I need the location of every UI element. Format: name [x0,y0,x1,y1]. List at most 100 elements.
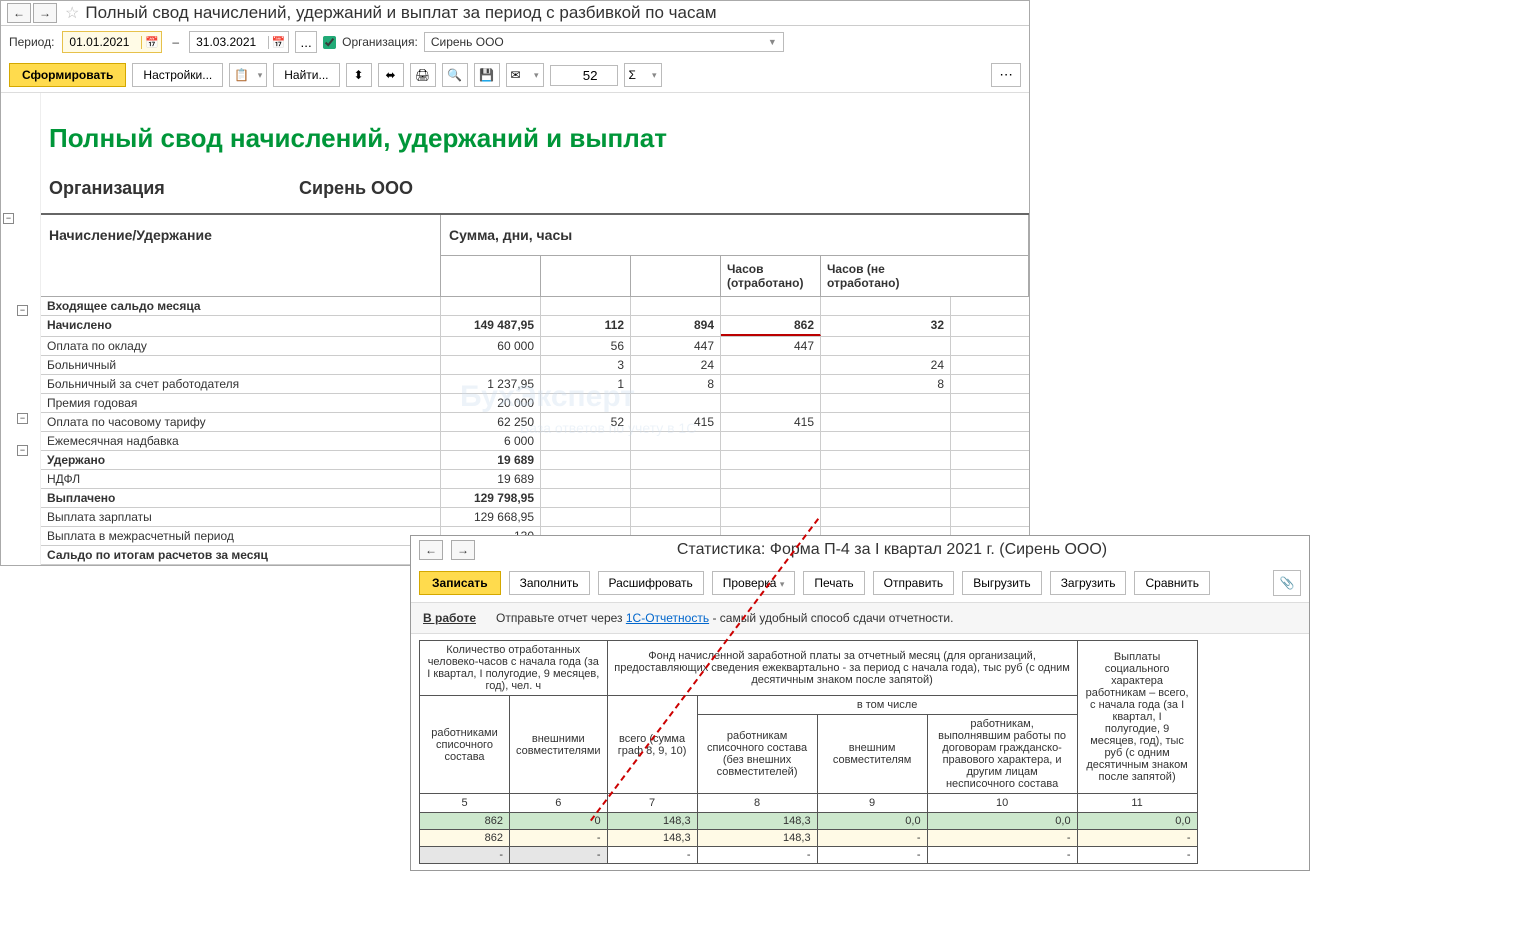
grid-header: Начисление/Удержание Сумма, дни, часы Ча… [41,213,1029,297]
print-button[interactable]: 🖨 [410,63,436,87]
p4-cell[interactable]: 0,0 [1077,813,1197,830]
org-filter-checkbox[interactable] [323,36,336,49]
row-name: Сальдо по итогам расчетов за месяц [41,546,441,564]
p4-cell[interactable]: - [817,830,927,847]
import-button[interactable]: Загрузить [1050,571,1127,595]
send-button[interactable]: Отправить [873,571,955,595]
data-row-1[interactable]: 8620148,3148,30,00,00,0 [420,813,1198,830]
h-sub4: работникам списочного состава (без внешн… [697,715,817,794]
grid-row[interactable]: Входящее сальдо месяца [41,297,1029,316]
colnum: 10 [927,794,1077,813]
row-name: Ежемесячная надбавка [41,432,441,450]
status-link[interactable]: 1С-Отчетность [626,611,709,625]
p4-cell[interactable]: 862 [420,830,510,847]
p4-cell[interactable]: 148,3 [607,830,697,847]
cell: 62 250 [441,413,541,431]
grid-row[interactable]: Удержано19 689 [41,451,1029,470]
zoom-input[interactable] [550,65,618,86]
find-button[interactable]: Найти... [273,63,339,87]
grid-row[interactable]: Оплата по часовому тарифу62 25052415415 [41,413,1029,432]
p4-cell[interactable]: - [510,830,608,847]
h-block3: Выплаты социального характера работникам… [1077,641,1197,794]
org-label: Организация: [342,35,418,49]
export-button[interactable]: Выгрузить [962,571,1042,595]
p4-cell[interactable]: - [927,830,1077,847]
cell [541,489,631,507]
grid-row[interactable]: Выплата зарплаты129 668,95 [41,508,1029,527]
p4-cell[interactable]: 0,0 [927,813,1077,830]
save-button[interactable]: 💾 [474,63,500,87]
report-body: Полный свод начислений, удержаний и выпл… [41,93,1029,565]
cell: 415 [721,413,821,431]
colnum: 5 [420,794,510,813]
nav-back-button[interactable]: ← [7,3,31,23]
p4-cell[interactable]: 148,3 [697,813,817,830]
p4-cell[interactable]: - [1077,830,1197,847]
calendar-icon[interactable]: 📅 [141,36,161,49]
grid-row[interactable]: Начислено149 487,9511289486232 [41,316,1029,337]
more-button[interactable]: ⋯ [991,63,1021,87]
p4-cell[interactable]: - [1077,847,1197,864]
h-sub1: работниками списочного состава [420,696,510,794]
p4-cell[interactable]: - [817,847,927,864]
grid-row[interactable]: НДФЛ19 689 [41,470,1029,489]
tree-toggle[interactable]: − [17,445,28,456]
p4-cell[interactable]: 148,3 [697,830,817,847]
grid-row[interactable]: Премия годовая20 000 [41,394,1029,413]
tree-toggle[interactable]: − [17,305,28,316]
grid-row[interactable]: Оплата по окладу60 00056447447 [41,337,1029,356]
report-title: Полный свод начислений, удержаний и выпл… [41,103,1029,168]
date-from-input[interactable] [63,32,141,52]
p4-cell[interactable]: 862 [420,813,510,830]
collapse-button[interactable]: ⬌ [378,63,404,87]
p4-cell[interactable]: - [607,847,697,864]
grid-row[interactable]: Больничный за счет работодателя1 237,951… [41,375,1029,394]
settings-button[interactable]: Настройки... [132,63,223,87]
org-block-value: Сирень ООО [299,178,413,199]
p4-cell[interactable]: - [510,847,608,864]
date-from-field[interactable]: 📅 [62,31,162,53]
titlebar: ← → ☆ Полный свод начислений, удержаний … [1,1,1029,26]
favorite-icon[interactable]: ☆ [65,3,79,23]
period-select-button[interactable]: ... [295,31,317,53]
p4-cell[interactable]: - [697,847,817,864]
compare-button[interactable]: Сравнить [1134,571,1209,595]
mail-button[interactable]: ✉▾ [506,63,544,87]
nav-forward-button[interactable]: → [33,3,57,23]
p4-cell[interactable]: 0,0 [817,813,927,830]
tree-toggle[interactable]: − [3,213,14,224]
nav-back-button[interactable]: ← [419,540,443,560]
data-row-2[interactable]: 862-148,3148,3--- [420,830,1198,847]
write-button[interactable]: Записать [419,571,501,595]
sum-button[interactable]: Σ▾ [624,63,662,87]
generate-button[interactable]: Сформировать [9,63,126,87]
preview-button[interactable]: 🔍 [442,63,468,87]
date-to-input[interactable] [190,32,268,52]
p4-cell[interactable]: 148,3 [607,813,697,830]
print-button[interactable]: Печать [803,571,864,595]
status-label[interactable]: В работе [423,611,476,625]
grid-row[interactable]: Больничный32424 [41,356,1029,375]
check-button[interactable]: Проверка ▾ [712,571,796,595]
col-sum: Сумма, дни, часы [441,215,1028,256]
row-name: Больничный [41,356,441,374]
grid-row[interactable]: Выплачено129 798,95 [41,489,1029,508]
cell [631,489,721,507]
fill-button[interactable]: Заполнить [509,571,590,595]
w2-titlebar: ← → Статистика: Форма П-4 за I квартал 2… [411,536,1309,564]
variants-button[interactable]: 📋▾ [229,63,267,87]
expand-button[interactable]: ⬍ [346,63,372,87]
attach-button[interactable]: 📎 [1273,570,1301,596]
calendar-icon[interactable]: 📅 [268,36,288,49]
grid-row[interactable]: Ежемесячная надбавка6 000 [41,432,1029,451]
p4-cell[interactable]: - [927,847,1077,864]
tree-toggle[interactable]: − [17,413,28,424]
nav-forward-button[interactable]: → [451,540,475,560]
cell [821,489,951,507]
cell: 129 798,95 [441,489,541,507]
data-row-3[interactable]: ------- [420,847,1198,864]
org-select[interactable]: Сирень ООО ▼ [424,32,784,52]
p4-cell[interactable]: - [420,847,510,864]
decode-button[interactable]: Расшифровать [598,571,704,595]
date-to-field[interactable]: 📅 [189,31,289,53]
